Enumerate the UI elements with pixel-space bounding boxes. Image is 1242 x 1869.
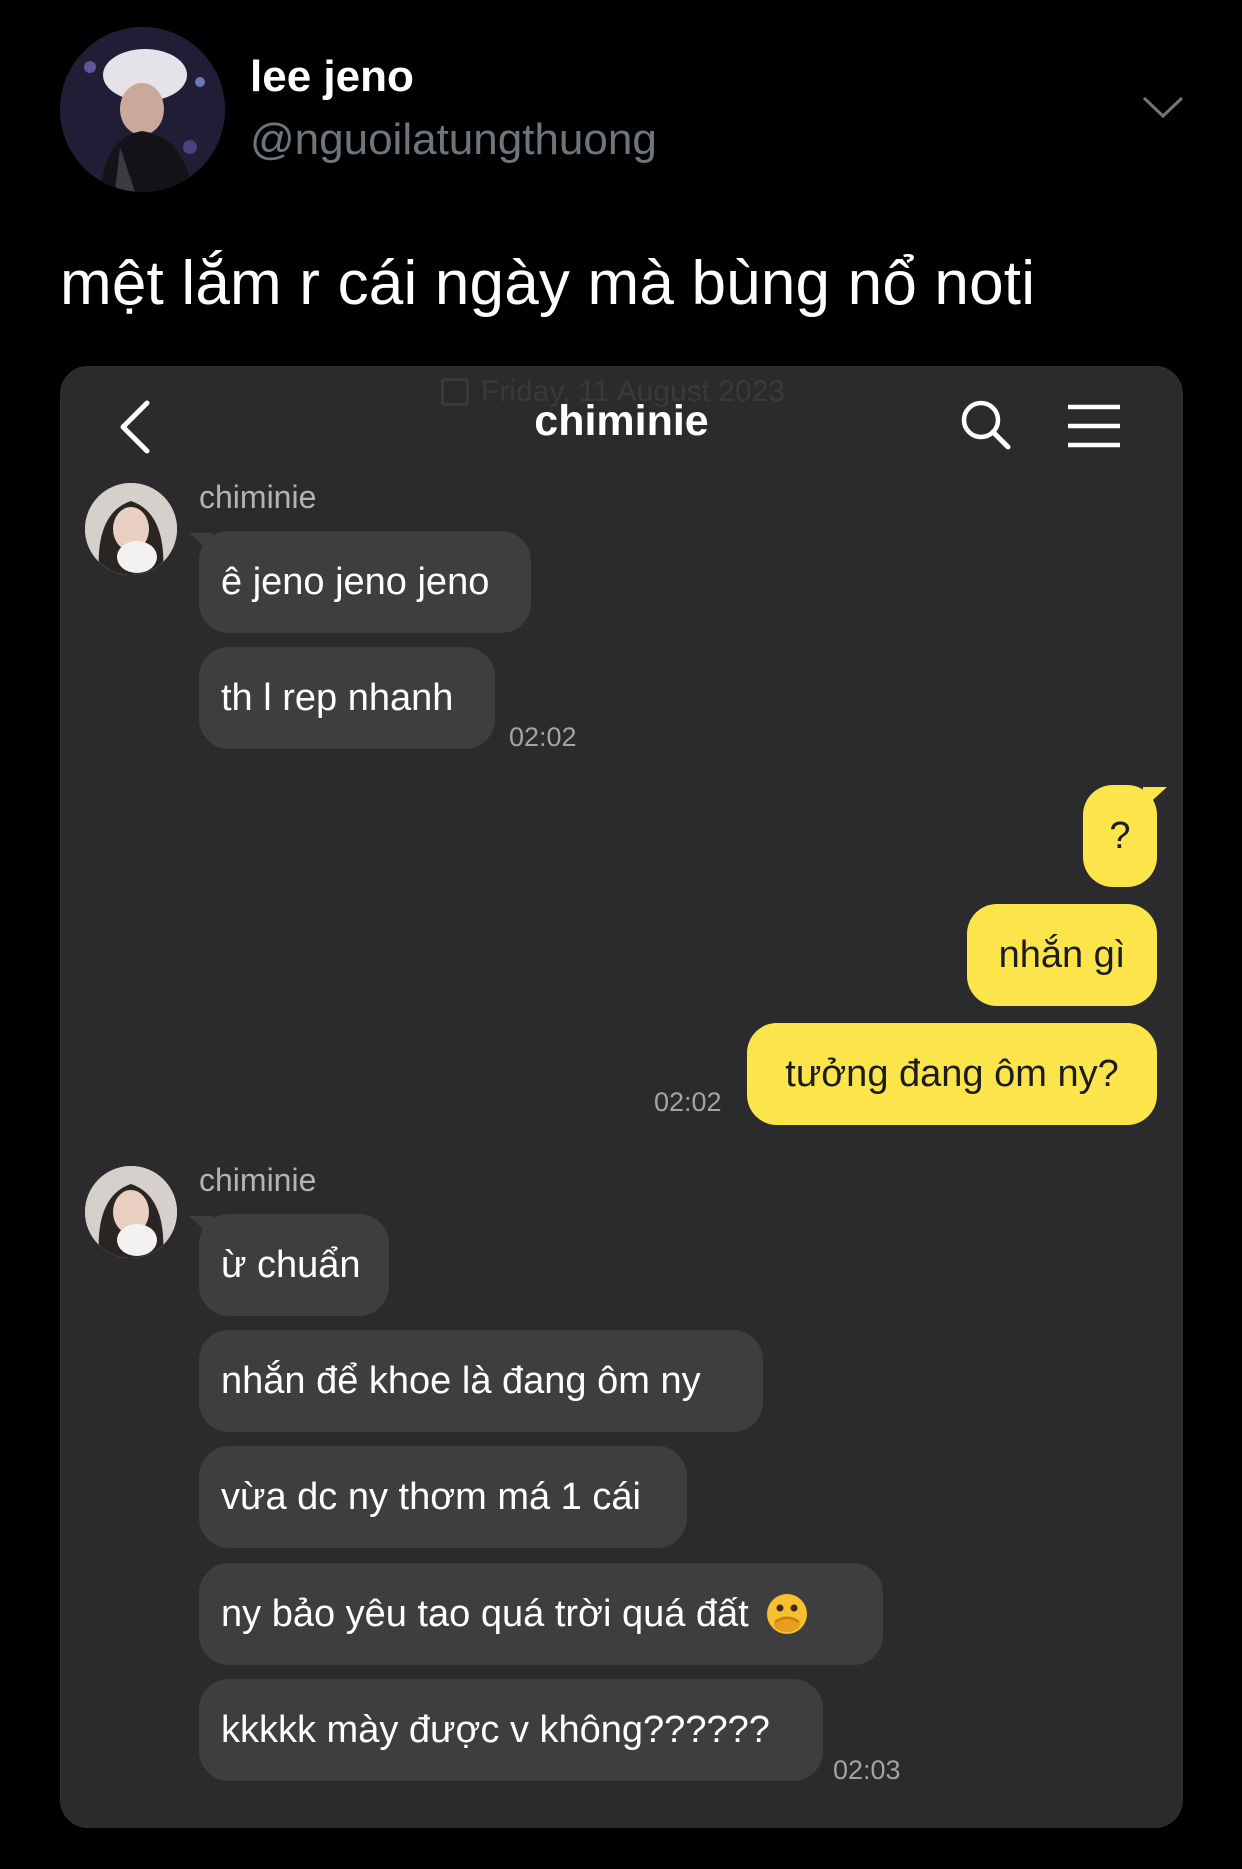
- message-bubble-sent[interactable]: tưởng đang ôm ny?: [747, 1023, 1157, 1125]
- message-text: vừa dc ny thơm má 1 cái: [221, 1475, 641, 1518]
- user-handle[interactable]: @nguoilatungthuong: [250, 115, 657, 165]
- sender-name: chiminie: [199, 1162, 317, 1198]
- message-timestamp: 02:03: [833, 1755, 901, 1785]
- message-text: nhắn để khoe là đang ôm ny: [221, 1359, 701, 1402]
- message-text: tưởng đang ôm ny?: [785, 1052, 1119, 1095]
- message-timestamp: 02:02: [509, 722, 577, 752]
- message-bubble[interactable]: ê jeno jeno jeno: [199, 531, 531, 633]
- face-with-hand-over-mouth-icon: [766, 1594, 807, 1634]
- avatar-image: [60, 27, 225, 192]
- message-bubble-sent[interactable]: ?: [1083, 785, 1157, 887]
- profile-avatar[interactable]: [60, 27, 225, 192]
- contact-avatar-image: [85, 1166, 177, 1258]
- message-timestamp: 02:02: [654, 1087, 722, 1117]
- message-text: th l rep nhanh: [221, 676, 454, 719]
- sender-name: chiminie: [199, 479, 317, 515]
- search-icon[interactable]: [958, 397, 1014, 453]
- contact-avatar[interactable]: [85, 1166, 177, 1258]
- message-bubble[interactable]: kkkkk mày được v không??????: [199, 1679, 823, 1781]
- message-text: ừ chuẩn: [221, 1243, 361, 1286]
- tweet-text: mệt lắm r cái ngày mà bùng nổ noti: [60, 249, 1036, 318]
- message-bubble[interactable]: ừ chuẩn: [199, 1214, 389, 1316]
- message-bubble[interactable]: th l rep nhanh: [199, 647, 495, 749]
- contact-avatar-image: [85, 483, 177, 575]
- chevron-down-icon[interactable]: [1140, 92, 1186, 122]
- contact-avatar[interactable]: [85, 483, 177, 575]
- menu-icon[interactable]: [1066, 403, 1122, 449]
- message-text: ny bảo yêu tao quá trời quá đất: [221, 1592, 749, 1635]
- message-text: ê jeno jeno jeno: [221, 560, 490, 603]
- message-bubble[interactable]: nhắn để khoe là đang ôm ny: [199, 1330, 763, 1432]
- tweet-media-image[interactable]: Friday, 11 August 2023 chiminie chiminie…: [60, 366, 1183, 1828]
- display-name[interactable]: lee jeno: [250, 52, 414, 102]
- message-bubble-sent[interactable]: nhắn gì: [967, 904, 1157, 1006]
- message-bubble[interactable]: vừa dc ny thơm má 1 cái: [199, 1446, 687, 1548]
- message-bubble[interactable]: ny bảo yêu tao quá trời quá đất: [199, 1563, 883, 1665]
- message-text: kkkkk mày được v không??????: [221, 1708, 770, 1751]
- message-text: ?: [1109, 814, 1131, 857]
- message-text: nhắn gì: [998, 933, 1126, 976]
